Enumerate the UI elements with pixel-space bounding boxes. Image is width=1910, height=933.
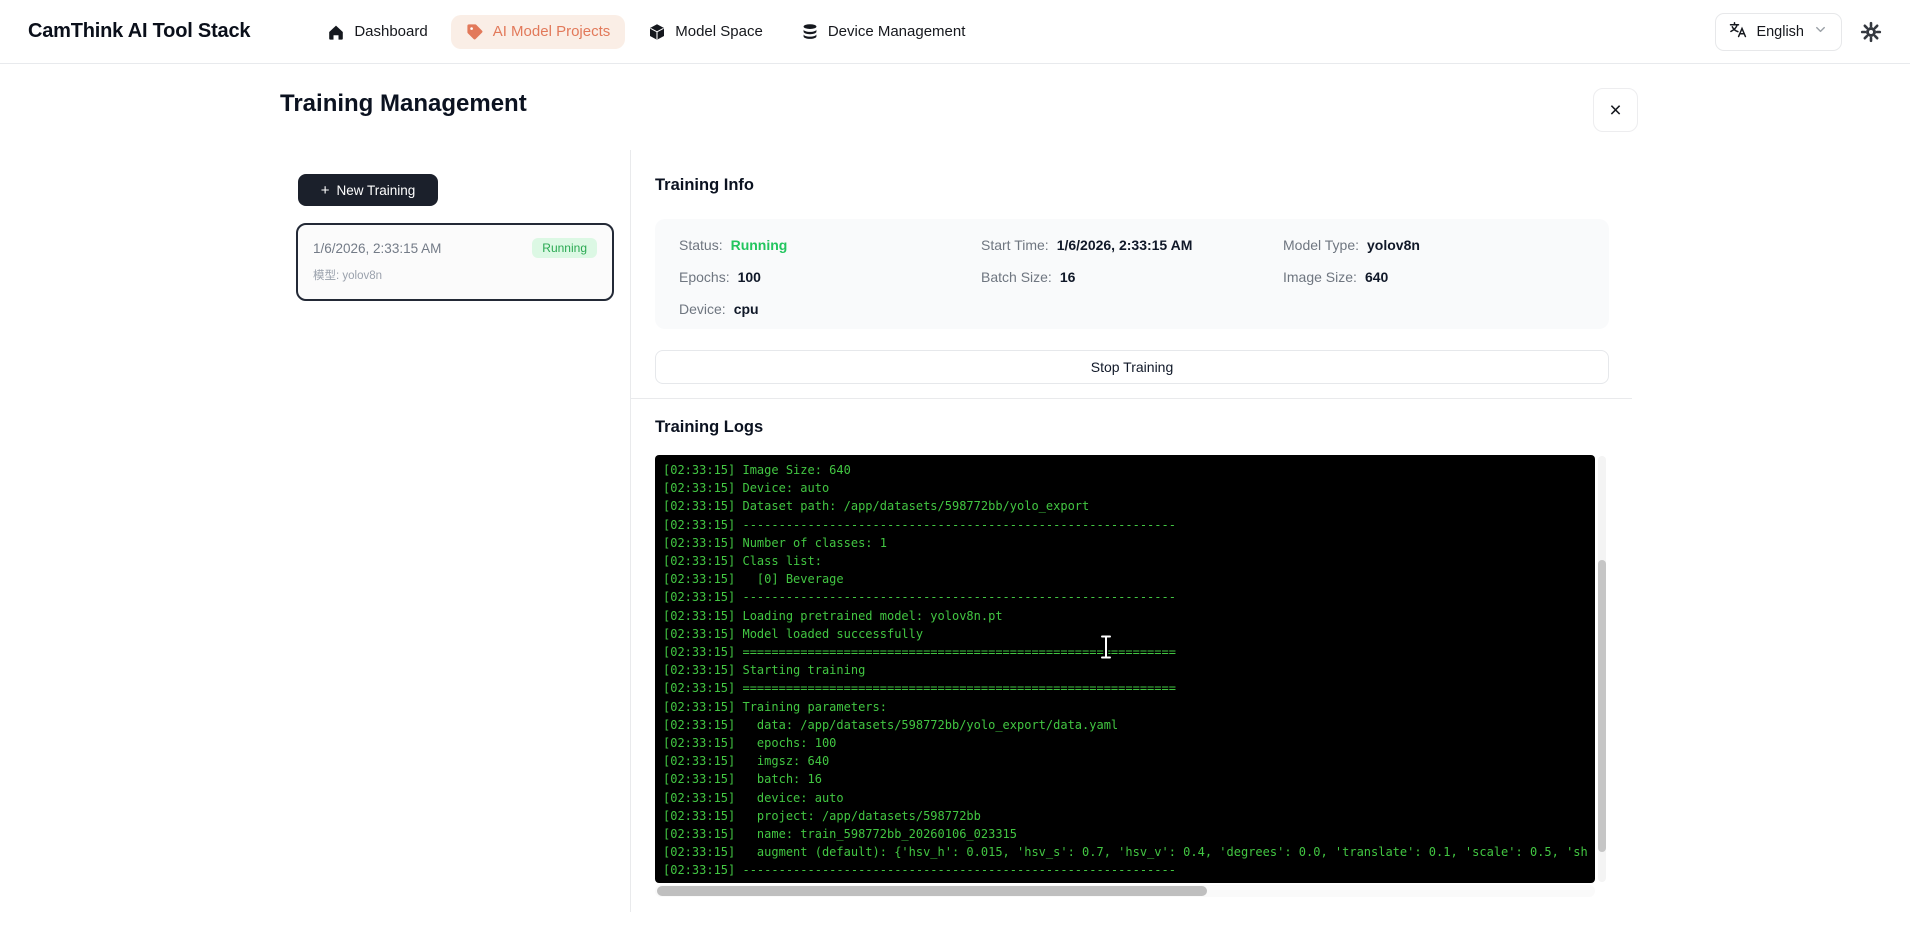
log-line: [02:33:15] [0] Beverage <box>663 570 1595 588</box>
settings-gear-icon[interactable] <box>1860 21 1882 43</box>
info-field: Epochs: 100 <box>679 269 981 286</box>
log-line: [02:33:15] =============================… <box>663 643 1595 661</box>
close-button[interactable]: × <box>1593 88 1638 132</box>
info-field: Device: cpu <box>679 301 981 318</box>
translate-icon <box>1729 21 1747 43</box>
training-model: 模型: yolov8n <box>313 267 597 283</box>
log-line: [02:33:15] -----------------------------… <box>663 516 1595 534</box>
cube-icon <box>648 23 666 41</box>
log-line: [02:33:15] device: auto <box>663 789 1595 807</box>
training-date: 1/6/2026, 2:33:15 AM <box>313 241 441 256</box>
info-label: Model Type: <box>1283 237 1359 254</box>
close-icon: × <box>1609 100 1621 121</box>
log-line: [02:33:15] Starting training <box>663 661 1595 679</box>
vertical-divider <box>630 150 631 912</box>
log-line: [02:33:15] project: /app/datasets/598772… <box>663 807 1595 825</box>
main-nav: Dashboard AI Model Projects Model Space … <box>312 15 980 49</box>
nav-label: AI Model Projects <box>493 23 611 40</box>
status-badge: Running <box>532 238 597 258</box>
horizontal-scrollbar-thumb[interactable] <box>657 886 1207 896</box>
info-field: Model Type: yolov8n <box>1283 237 1585 254</box>
training-card-header: 1/6/2026, 2:33:15 AM Running <box>313 238 597 258</box>
log-line: [02:33:15] Class list: <box>663 552 1595 570</box>
nav-label: Model Space <box>675 23 763 40</box>
info-label: Status: <box>679 237 723 254</box>
log-line: [02:33:15] Image Size: 640 <box>663 461 1595 479</box>
log-line: [02:33:15] =============================… <box>663 679 1595 697</box>
info-value: 16 <box>1060 269 1076 286</box>
log-line: [02:33:15] Number of classes: 1 <box>663 534 1595 552</box>
nav-item-device-management[interactable]: Device Management <box>786 15 981 49</box>
training-info-title: Training Info <box>655 176 754 195</box>
stop-training-button[interactable]: Stop Training <box>655 350 1609 384</box>
log-line: [02:33:15] name: train_598772bb_20260106… <box>663 825 1595 843</box>
vertical-scrollbar-thumb[interactable] <box>1598 560 1606 852</box>
info-field: Batch Size: 16 <box>981 269 1283 286</box>
log-line: [02:33:15] augment (default): {'hsv_h': … <box>663 843 1595 861</box>
log-line: [02:33:15] batch: 16 <box>663 770 1595 788</box>
info-value: Running <box>731 237 788 254</box>
info-label: Image Size: <box>1283 269 1357 286</box>
top-navigation-bar: CamThink AI Tool Stack Dashboard AI Mode… <box>0 0 1910 64</box>
nav-item-dashboard[interactable]: Dashboard <box>312 15 442 49</box>
plus-icon: + <box>321 182 330 199</box>
info-label: Epochs: <box>679 269 730 286</box>
log-line: [02:33:15] imgsz: 640 <box>663 752 1595 770</box>
page-title: Training Management <box>280 90 527 118</box>
nav-item-ai-model-projects[interactable]: AI Model Projects <box>451 15 626 49</box>
log-line: [02:33:15] Loading pretrained model: yol… <box>663 607 1595 625</box>
home-icon <box>327 23 345 41</box>
nav-label: Device Management <box>828 23 966 40</box>
info-value: 100 <box>738 269 761 286</box>
chevron-down-icon <box>1813 22 1828 41</box>
app-root: CamThink AI Tool Stack Dashboard AI Mode… <box>0 0 1910 933</box>
training-logs-terminal[interactable]: [02:33:15] Image Size: 640 [02:33:15] De… <box>655 455 1595 883</box>
language-selector[interactable]: English <box>1715 13 1842 51</box>
horizontal-divider <box>630 398 1632 399</box>
tag-icon <box>466 23 484 41</box>
training-info-panel: Status: Running Start Time: 1/6/2026, 2:… <box>655 219 1609 329</box>
log-line: [02:33:15] Dataset path: /app/datasets/5… <box>663 497 1595 515</box>
info-value: yolov8n <box>1367 237 1420 254</box>
info-value: cpu <box>734 301 759 318</box>
topbar-right: English <box>1715 13 1882 51</box>
new-training-button[interactable]: + New Training <box>298 174 438 206</box>
info-value: 640 <box>1365 269 1388 286</box>
log-line: [02:33:15] Training parameters: <box>663 698 1595 716</box>
database-icon <box>801 23 819 41</box>
nav-label: Dashboard <box>354 23 427 40</box>
new-training-label: New Training <box>336 183 415 198</box>
log-line: [02:33:15] Device: auto <box>663 479 1595 497</box>
info-field: Image Size: 640 <box>1283 269 1585 286</box>
info-field: Start Time: 1/6/2026, 2:33:15 AM <box>981 237 1283 254</box>
info-label: Start Time: <box>981 237 1049 254</box>
nav-item-model-space[interactable]: Model Space <box>633 15 778 49</box>
language-label: English <box>1756 24 1804 40</box>
info-value: 1/6/2026, 2:33:15 AM <box>1057 237 1193 254</box>
info-field: Status: Running <box>679 237 981 254</box>
log-line: [02:33:15] data: /app/datasets/598772bb/… <box>663 716 1595 734</box>
training-run-card[interactable]: 1/6/2026, 2:33:15 AM Running 模型: yolov8n <box>296 223 614 301</box>
info-label: Device: <box>679 301 726 318</box>
training-logs-title: Training Logs <box>655 418 763 437</box>
info-label: Batch Size: <box>981 269 1052 286</box>
brand-title: CamThink AI Tool Stack <box>28 20 250 43</box>
log-line: [02:33:15] epochs: 100 <box>663 734 1595 752</box>
log-line: [02:33:15] -----------------------------… <box>663 588 1595 606</box>
log-line: [02:33:15] Model loaded successfully <box>663 625 1595 643</box>
log-line: [02:33:15] -----------------------------… <box>663 861 1595 879</box>
